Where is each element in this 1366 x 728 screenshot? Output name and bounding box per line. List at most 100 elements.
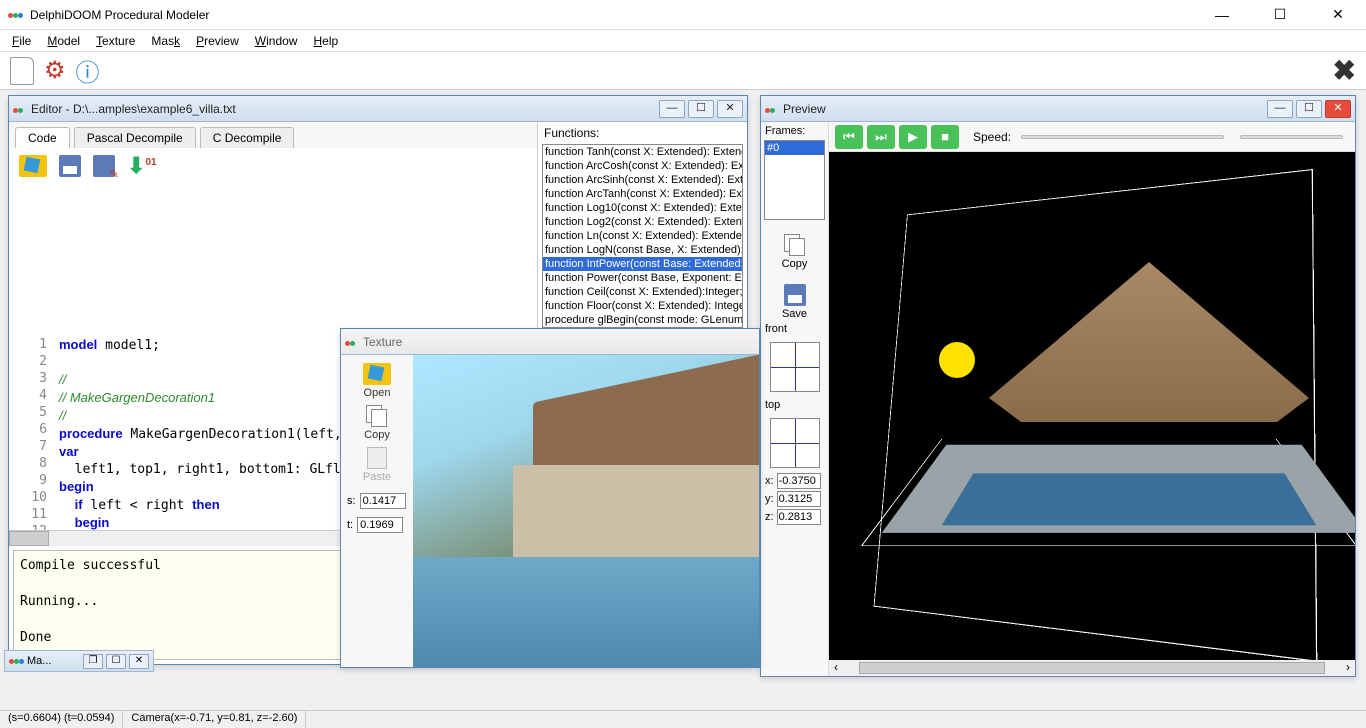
- line-gutter: 1234567891011121314151617181920: [9, 332, 53, 530]
- editor-min-button[interactable]: —: [659, 100, 685, 118]
- speed-slider-2[interactable]: [1240, 135, 1343, 139]
- mini-close-button[interactable]: ✕: [129, 654, 149, 669]
- tab-code[interactable]: Code: [15, 127, 70, 148]
- forward-button[interactable]: ⏭: [867, 125, 895, 149]
- top-axis-view[interactable]: [770, 418, 820, 468]
- preview-max-button[interactable]: ☐: [1296, 100, 1322, 118]
- speed-slider[interactable]: [1021, 135, 1224, 139]
- save-icon: [784, 284, 806, 306]
- preview-sidebar: Frames: #0 Copy Save front top x: y:: [761, 122, 829, 676]
- editor-toolbar: ⬇01: [9, 148, 537, 184]
- texture-paste-button[interactable]: Paste: [363, 445, 391, 485]
- tab-pascal[interactable]: Pascal Decompile: [74, 127, 196, 148]
- frame-item-0[interactable]: #0: [765, 141, 824, 155]
- functions-list[interactable]: function Tanh(const X: Extended): Extend…: [542, 144, 743, 328]
- function-list-item[interactable]: function Power(const Base, Exponent: Ex: [543, 271, 742, 285]
- frames-list[interactable]: #0: [764, 140, 825, 220]
- save-file-icon[interactable]: [59, 155, 81, 177]
- mini-max-button[interactable]: ☐: [106, 654, 126, 669]
- function-list-item[interactable]: function LogN(const Base, X: Extended): …: [543, 243, 742, 257]
- editor-titlebar[interactable]: Editor - D:\...amples\example6_villa.txt…: [9, 96, 747, 122]
- z-input[interactable]: [777, 509, 821, 525]
- mdi-client: Editor - D:\...amples\example6_villa.txt…: [0, 90, 1366, 690]
- editor-window-icon: [13, 102, 27, 116]
- z-label: z:: [765, 511, 774, 523]
- menu-help[interactable]: Help: [305, 32, 346, 50]
- x-label: x:: [765, 475, 774, 487]
- function-list-item[interactable]: function ArcSinh(const X: Extended): Ext…: [543, 173, 742, 187]
- new-doc-icon[interactable]: [10, 57, 34, 85]
- menu-window[interactable]: Window: [247, 32, 306, 50]
- x-input[interactable]: [777, 473, 821, 489]
- y-input[interactable]: [777, 491, 821, 507]
- function-list-item[interactable]: function Log2(const X: Extended): Extend: [543, 215, 742, 229]
- texture-titlebar[interactable]: Texture: [341, 329, 759, 355]
- status-st-coords: (s=0.6604) (t=0.0594): [0, 711, 123, 728]
- menu-mask[interactable]: Mask: [143, 32, 188, 50]
- texture-window-icon: [345, 335, 359, 349]
- mini-window-label: Ma...: [27, 655, 80, 667]
- minimized-window[interactable]: Ma... ❐ ☐ ✕: [4, 650, 154, 672]
- s-input[interactable]: [360, 493, 406, 509]
- copy-icon: [366, 405, 388, 427]
- y-label: y:: [765, 493, 774, 505]
- editor-max-button[interactable]: ☐: [688, 100, 714, 118]
- close-mdi-icon[interactable]: ✖: [1333, 54, 1356, 87]
- editor-close-button[interactable]: ✕: [717, 100, 743, 118]
- window-titlebar: DelphiDOOM Procedural Modeler — ☐ ✕: [0, 0, 1366, 30]
- preview-min-button[interactable]: —: [1267, 100, 1293, 118]
- clipboard-icon: [367, 447, 387, 469]
- window-title: DelphiDOOM Procedural Modeler: [30, 8, 1202, 22]
- open-file-icon[interactable]: [19, 155, 47, 177]
- top-label: top: [761, 396, 828, 414]
- rewind-button[interactable]: ⏮: [835, 125, 863, 149]
- light-gizmo: [939, 342, 975, 378]
- preview-save-button[interactable]: Save: [761, 284, 828, 320]
- main-toolbar: ⚙ ⓘ ✖: [0, 52, 1366, 90]
- front-label: front: [761, 320, 828, 338]
- viewport-hscrollbar[interactable]: ‹›: [829, 660, 1355, 676]
- playback-bar: ⏮ ⏭ ▶ ■ Speed:: [829, 122, 1355, 152]
- menu-texture[interactable]: Texture: [88, 32, 143, 50]
- function-list-item[interactable]: procedure glBegin(const mode: GLenum);: [543, 313, 742, 327]
- tab-cdecompile[interactable]: C Decompile: [200, 127, 295, 148]
- function-list-item[interactable]: function Floor(const X: Extended): Integ…: [543, 299, 742, 313]
- stop-button[interactable]: ■: [931, 125, 959, 149]
- folder-icon: [363, 363, 391, 385]
- function-list-item[interactable]: function Ceil(const X: Extended):Integer…: [543, 285, 742, 299]
- t-input[interactable]: [357, 517, 403, 533]
- mini-restore-button[interactable]: ❐: [83, 654, 103, 669]
- info-icon[interactable]: ⓘ: [76, 53, 100, 88]
- texture-open-button[interactable]: Open: [363, 361, 391, 401]
- settings-icon[interactable]: ⚙: [44, 56, 66, 85]
- preview-copy-button[interactable]: Copy: [761, 234, 828, 270]
- function-list-item[interactable]: function ArcTanh(const X: Extended): Ext: [543, 187, 742, 201]
- minimize-button[interactable]: —: [1202, 1, 1242, 29]
- preview-viewport[interactable]: [829, 152, 1355, 660]
- play-button[interactable]: ▶: [899, 125, 927, 149]
- texture-copy-button[interactable]: Copy: [364, 403, 390, 443]
- texture-image[interactable]: [413, 355, 759, 667]
- s-label: s:: [347, 495, 356, 507]
- function-list-item[interactable]: function Ln(const X: Extended): Extended: [543, 229, 742, 243]
- close-button[interactable]: ✕: [1318, 1, 1358, 29]
- front-axis-view[interactable]: [770, 342, 820, 392]
- t-label: t:: [347, 519, 353, 531]
- menu-preview[interactable]: Preview: [188, 32, 247, 50]
- menu-file[interactable]: File: [4, 32, 39, 50]
- function-list-item[interactable]: function Log10(const X: Extended): Exten: [543, 201, 742, 215]
- run-icon[interactable]: ⬇01: [127, 153, 157, 179]
- menu-bar: File Model Texture Mask Preview Window H…: [0, 30, 1366, 52]
- preview-titlebar[interactable]: Preview — ☐ ✕: [761, 96, 1355, 122]
- save-as-icon[interactable]: [93, 155, 115, 177]
- editor-title: Editor - D:\...amples\example6_villa.txt: [31, 102, 656, 116]
- function-list-item[interactable]: function Tanh(const X: Extended): Extend: [543, 145, 742, 159]
- functions-panel: Functions: function Tanh(const X: Extend…: [537, 122, 747, 332]
- app-icon: [8, 7, 24, 23]
- preview-close-button[interactable]: ✕: [1325, 100, 1351, 118]
- texture-title: Texture: [363, 335, 755, 349]
- function-list-item[interactable]: function IntPower(const Base: Extended;: [543, 257, 742, 271]
- maximize-button[interactable]: ☐: [1260, 1, 1300, 29]
- function-list-item[interactable]: function ArcCosh(const X: Extended): Ext: [543, 159, 742, 173]
- menu-model[interactable]: Model: [39, 32, 88, 50]
